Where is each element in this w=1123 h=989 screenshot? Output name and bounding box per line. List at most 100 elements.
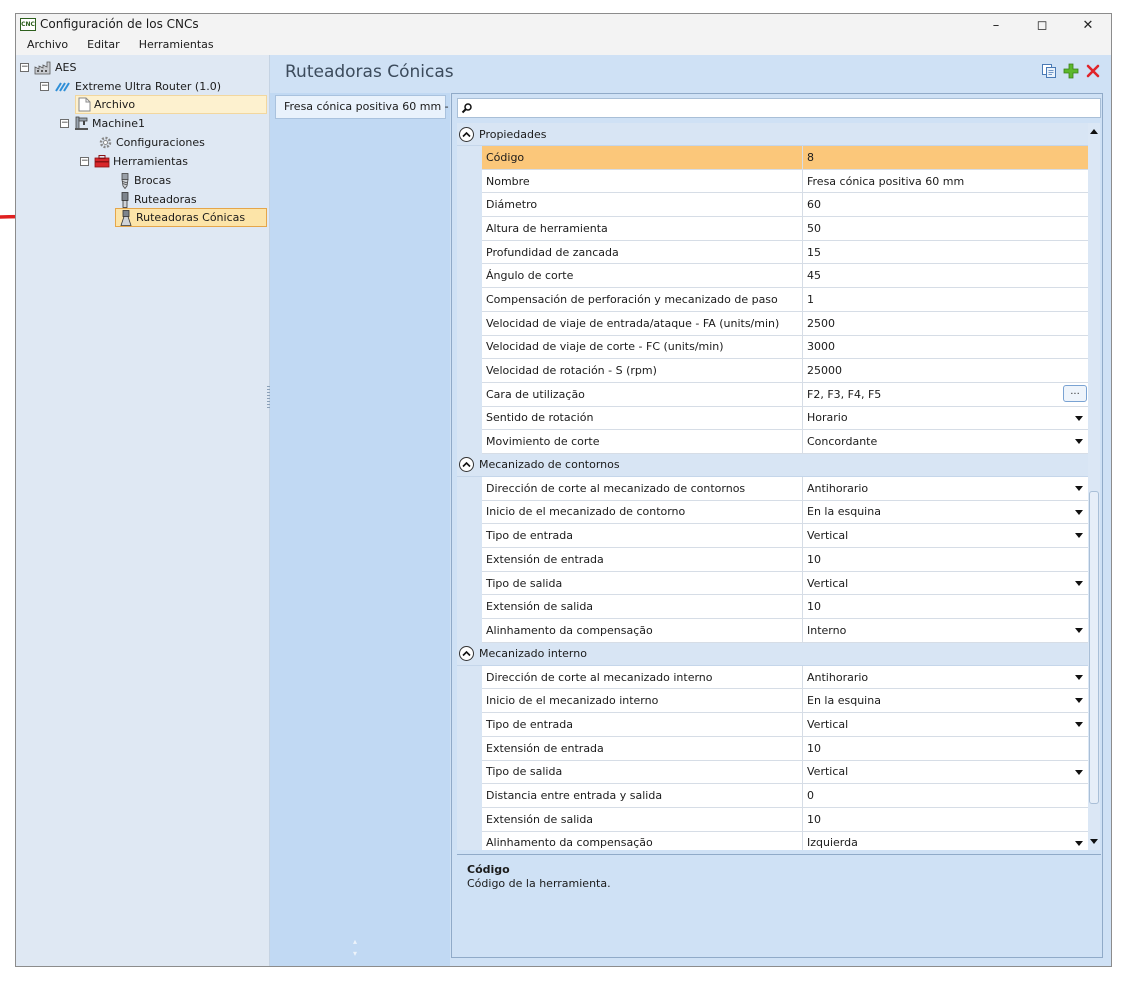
ellipsis-button[interactable]: ...	[1063, 384, 1087, 402]
property-row[interactable]: Extensión de entrada 10	[457, 548, 1088, 572]
scroll-up-icon[interactable]: ▴	[353, 936, 357, 948]
collapse-icon[interactable]: −	[40, 82, 49, 91]
property-value[interactable]: Fresa cónica positiva 60 mm	[803, 170, 1088, 194]
minimize-button[interactable]: –	[973, 14, 1019, 36]
property-row[interactable]: Extensión de salida 10	[457, 807, 1088, 832]
dropdown-arrow-icon[interactable]	[1075, 628, 1083, 634]
property-value[interactable]: 1	[803, 288, 1088, 312]
property-row[interactable]: Sentido de rotación Horario	[457, 406, 1088, 431]
category-header[interactable]: Propiedades	[457, 123, 1088, 146]
property-value[interactable]: 25000	[803, 359, 1088, 383]
dropdown-arrow-icon[interactable]	[1075, 840, 1083, 846]
search-input[interactable]	[478, 100, 1098, 116]
property-row[interactable]: Alinhamento da compensação Interno	[457, 619, 1088, 643]
property-value[interactable]: Vertical	[803, 524, 1088, 548]
close-button[interactable]: ✕	[1065, 14, 1111, 36]
property-value[interactable]: Izquierda	[803, 832, 1088, 850]
property-row[interactable]: Diámetro 60	[457, 193, 1088, 218]
tree-item-ruteadoras[interactable]: Ruteadoras	[119, 190, 197, 209]
property-value[interactable]: Vertical	[803, 761, 1088, 785]
property-value[interactable]: 10	[803, 737, 1088, 761]
tree-item-herramientas[interactable]: − Herramientas	[80, 152, 188, 171]
property-value[interactable]: 60	[803, 193, 1088, 218]
tree-item-brocas[interactable]: Brocas	[119, 171, 171, 190]
dropdown-arrow-icon[interactable]	[1075, 674, 1083, 680]
tree-item-configuraciones[interactable]: Configuraciones	[98, 133, 205, 152]
property-row[interactable]: Extensión de entrada 10	[457, 736, 1088, 761]
category-header[interactable]: Mecanizado de contornos	[457, 453, 1088, 477]
property-row[interactable]: Velocidad de rotación - S (rpm) 25000	[457, 359, 1088, 383]
copy-icon[interactable]	[1041, 63, 1057, 79]
collapse-icon[interactable]: −	[60, 119, 69, 128]
property-value[interactable]: 2500	[803, 312, 1088, 336]
property-value[interactable]: 3000	[803, 336, 1088, 360]
collapse-icon[interactable]: −	[20, 63, 29, 72]
menu-herramientas[interactable]: Herramientas	[128, 36, 222, 51]
property-row[interactable]: Alinhamento da compensação Izquierda	[457, 831, 1088, 850]
property-value[interactable]: Vertical	[803, 713, 1088, 737]
property-scrollbar[interactable]	[1088, 123, 1100, 850]
dropdown-arrow-icon[interactable]	[1075, 580, 1083, 586]
property-value[interactable]: 10	[803, 548, 1088, 572]
property-value[interactable]: Interno	[803, 619, 1088, 643]
property-value[interactable]: Horario	[803, 407, 1088, 431]
property-value[interactable]: Concordante	[803, 430, 1088, 454]
collapse-chevron-icon[interactable]	[459, 126, 474, 142]
property-row[interactable]: Código 8	[457, 146, 1088, 170]
menu-editar[interactable]: Editar	[76, 36, 128, 51]
property-value[interactable]: 45	[803, 264, 1088, 289]
collapse-chevron-icon[interactable]	[459, 457, 474, 473]
property-row[interactable]: Compensación de perforación y mecanizado…	[457, 288, 1088, 312]
property-row[interactable]: Dirección de corte al mecanizado interno…	[457, 665, 1088, 690]
property-row[interactable]: Velocidad de viaje de corte - FC (units/…	[457, 335, 1088, 360]
dropdown-arrow-icon[interactable]	[1075, 533, 1083, 539]
dropdown-arrow-icon[interactable]	[1075, 769, 1083, 775]
property-value[interactable]: 50	[803, 217, 1088, 241]
property-value[interactable]: 10	[803, 808, 1088, 832]
property-row[interactable]: Ángulo de corte 45	[457, 264, 1088, 289]
tree-item-extreme-ultra-router[interactable]: − Extreme Ultra Router (1.0)	[40, 77, 221, 96]
property-row[interactable]: Dirección de corte al mecanizado de cont…	[457, 476, 1088, 501]
scroll-down-arrow-icon[interactable]	[1090, 839, 1098, 844]
tree-item-archivo[interactable]: Archivo	[75, 95, 267, 114]
menu-archivo[interactable]: Archivo	[16, 36, 76, 51]
property-value[interactable]: F2, F3, F4, F5...	[803, 383, 1088, 407]
scroll-up-arrow-icon[interactable]	[1090, 129, 1098, 134]
category-header[interactable]: Mecanizado interno	[457, 642, 1088, 666]
property-row[interactable]: Movimiento de corte Concordante	[457, 430, 1088, 454]
property-row[interactable]: Tipo de salida Vertical	[457, 571, 1088, 596]
list-item[interactable]: Fresa cónica positiva 60 mm - 8	[275, 95, 459, 119]
property-value[interactable]: Antihorario	[803, 477, 1088, 501]
add-icon[interactable]	[1063, 63, 1079, 79]
property-value[interactable]: En la esquina	[803, 501, 1088, 525]
tree-item-machine1[interactable]: − Machine1	[60, 114, 145, 133]
dropdown-arrow-icon[interactable]	[1075, 722, 1083, 728]
maximize-button[interactable]: ◻	[1019, 14, 1065, 36]
property-value[interactable]: 8	[803, 146, 1088, 170]
collapse-icon[interactable]: −	[80, 157, 89, 166]
property-row[interactable]: Tipo de salida Vertical	[457, 760, 1088, 785]
scroll-down-icon[interactable]: ▾	[353, 948, 357, 960]
tree-item-ruteadoras-conicas[interactable]: Ruteadoras Cónicas	[115, 208, 267, 227]
collapse-chevron-icon[interactable]	[459, 646, 474, 662]
property-value[interactable]: 15	[803, 241, 1088, 265]
property-value[interactable]: En la esquina	[803, 689, 1088, 714]
property-value[interactable]: 10	[803, 595, 1088, 620]
property-value[interactable]: Vertical	[803, 572, 1088, 596]
dropdown-arrow-icon[interactable]	[1075, 485, 1083, 491]
property-value[interactable]: Antihorario	[803, 666, 1088, 690]
dropdown-arrow-icon[interactable]	[1075, 439, 1083, 445]
property-row[interactable]: Nombre Fresa cónica positiva 60 mm	[457, 169, 1088, 194]
property-row[interactable]: Distancia entre entrada y salida 0	[457, 784, 1088, 808]
property-row[interactable]: Altura de herramienta 50	[457, 217, 1088, 241]
delete-icon[interactable]	[1085, 63, 1101, 79]
property-row[interactable]: Extensión de salida 10	[457, 595, 1088, 620]
dropdown-arrow-icon[interactable]	[1075, 509, 1083, 515]
property-row[interactable]: Profundidad de zancada 15	[457, 240, 1088, 265]
dropdown-arrow-icon[interactable]	[1075, 415, 1083, 421]
property-row[interactable]: Cara de utilização F2, F3, F4, F5...	[457, 382, 1088, 407]
property-row[interactable]: Tipo de entrada Vertical	[457, 524, 1088, 548]
property-row[interactable]: Inicio de el mecanizado interno En la esq…	[457, 689, 1088, 714]
scrollbar-thumb[interactable]	[1089, 491, 1099, 804]
property-row[interactable]: Tipo de entrada Vertical	[457, 713, 1088, 737]
